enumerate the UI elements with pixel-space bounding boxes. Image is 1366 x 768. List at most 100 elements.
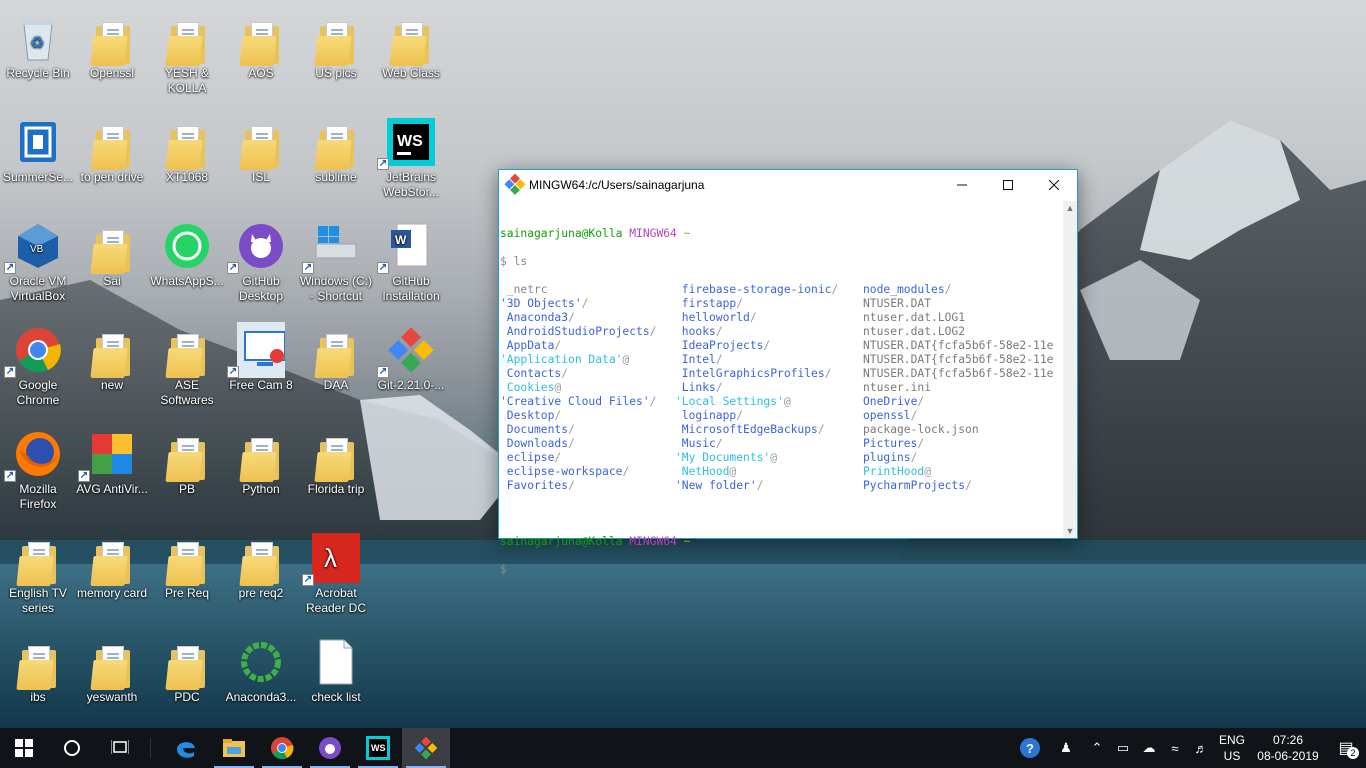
desktop-icon-github-desktop[interactable]: ↗ GitHub Desktop — [223, 216, 299, 304]
folder-icon — [239, 126, 281, 170]
shortcut-arrow-icon: ↗ — [78, 470, 90, 482]
scroll-up-icon[interactable]: ▲ — [1063, 201, 1077, 215]
shortcut-arrow-icon: ↗ — [302, 574, 314, 586]
folder-icon — [239, 542, 281, 586]
desktop-icon-pre-req2[interactable]: pre req2 — [223, 528, 299, 601]
taskbar-file-explorer[interactable] — [210, 728, 258, 768]
ls-entry: Documents/ — [500, 423, 656, 437]
close-button[interactable] — [1031, 170, 1077, 200]
ls-entry-suffix: / — [824, 367, 832, 380]
desktop-icon-ibs[interactable]: ibs — [0, 632, 76, 705]
desktop-icon-github-installation[interactable]: W ↗ GitHub Installation — [373, 216, 449, 304]
desktop-icon-to-pen-drive[interactable]: to pen drive — [74, 112, 150, 185]
ls-entry-name: NTUSER.DAT{fcfa5b6f-58e2-11e — [863, 367, 1054, 380]
desktop-icon-openssl[interactable]: Openssl — [74, 8, 150, 81]
desktop-icon-label: ibs — [30, 690, 46, 704]
desktop-icon-check-list[interactable]: check list — [298, 632, 374, 705]
desktop-icon-english-tv-series[interactable]: English TV series — [0, 528, 76, 616]
desktop-icon-new[interactable]: new — [74, 320, 150, 393]
ls-entry: 'Application Data'@ — [500, 353, 656, 367]
desktop-icon-acrobat-reader-dc[interactable]: λ ↗ Acrobat Reader DC — [298, 528, 374, 616]
ls-entry-suffix: / — [831, 283, 839, 296]
maximize-button[interactable] — [985, 170, 1031, 200]
taskbar-chrome[interactable] — [258, 728, 306, 768]
taskbar-edge[interactable] — [162, 728, 210, 768]
search-button[interactable] — [48, 728, 96, 768]
desktop-icon-avg-antivir[interactable]: ↗ AVG AntiVir... — [74, 424, 150, 497]
desktop-icon-jetbrains-webstor[interactable]: WS ↗ JetBrains WebStor... — [373, 112, 449, 200]
desktop-icon-sublime[interactable]: sublime — [298, 112, 374, 185]
desktop-icon-python[interactable]: Python — [223, 424, 299, 497]
firefox-icon — [14, 430, 62, 478]
desktop-icon-florida-trip[interactable]: Florida trip — [298, 424, 374, 497]
scroll-down-icon[interactable]: ▼ — [1063, 524, 1077, 538]
taskbar-git-bash[interactable] — [402, 728, 450, 768]
desktop-icon-memory-card[interactable]: memory card — [74, 528, 150, 601]
terminal-output[interactable]: sainagarjuna@Kolla MINGW64 ~ $ ls _netrc… — [499, 201, 1063, 576]
desktop-icon-google-chrome[interactable]: ↗ Google Chrome — [0, 320, 76, 408]
ls-entry-suffix: / — [917, 437, 925, 450]
vertical-scrollbar[interactable]: ▲ ▼ — [1063, 201, 1077, 538]
ls-entry: Music/ — [675, 437, 838, 451]
ls-entry: helloworld/ — [675, 311, 838, 325]
desktop-icon-oracle-vm-virtualbox[interactable]: VB ↗ Oracle VM VirtualBox — [0, 216, 76, 304]
desktop-icon-label: GitHub Desktop — [238, 274, 284, 303]
onedrive-icon[interactable]: ☁ — [1136, 728, 1162, 768]
desktop-icon-pdc[interactable]: PDC — [149, 632, 225, 705]
task-view-button[interactable] — [96, 728, 144, 768]
folder-icon — [314, 334, 356, 378]
minimize-button[interactable] — [939, 170, 985, 200]
desktop-icon-label: Openssl — [89, 66, 135, 80]
prompt-user: sainagarjuna@Kolla — [500, 227, 623, 240]
ls-entry-name: OneDrive — [863, 395, 918, 408]
desktop-icon-yeswanth[interactable]: yeswanth — [74, 632, 150, 705]
desktop-icon-daa[interactable]: DAA — [298, 320, 374, 393]
desktop-icon-label: pre req2 — [238, 586, 284, 600]
desktop-icon-web-class[interactable]: Web Class — [373, 8, 449, 81]
help-icon[interactable]: ? — [1012, 728, 1048, 768]
desktop-icon-label: Florida trip — [307, 482, 365, 496]
ls-entry-name: NetHood — [675, 465, 730, 478]
desktop-icon-us-pics[interactable]: US pics — [298, 8, 374, 81]
window-titlebar[interactable]: MINGW64:/c/Users/sainagarjuna — [499, 170, 1077, 200]
language-indicator[interactable]: ENG US — [1214, 732, 1250, 764]
ls-entry-name: Links — [675, 381, 716, 394]
freecam-icon — [237, 322, 285, 378]
chevron-up-icon[interactable]: ⌃ — [1084, 728, 1110, 768]
desktop-icon-whatsapps[interactable]: WhatsAppS... — [149, 216, 225, 289]
desktop-icon-label: Google Chrome — [16, 378, 60, 407]
volume-icon[interactable]: ♬ — [1188, 728, 1214, 768]
wifi-icon[interactable]: ≈ — [1162, 728, 1188, 768]
desktop-icon-aos[interactable]: AOS — [223, 8, 299, 81]
desktop-icon-windows-c-shortcut[interactable]: ↗ Windows (C:) - Shortcut — [298, 216, 374, 304]
desktop-icon-git-2-21-0[interactable]: ↗ Git-2.21.0-... — [373, 320, 449, 393]
git-bash-window[interactable]: MINGW64:/c/Users/sainagarjuna sainagarju… — [498, 169, 1078, 576]
taskbar-github-desktop[interactable] — [306, 728, 354, 768]
start-button[interactable] — [0, 728, 48, 768]
ls-entry: eclipse-workspace/ — [500, 465, 656, 479]
desktop-icon-recycle-bin[interactable]: ♻ Recycle Bin — [0, 8, 76, 81]
desktop-icon-anaconda3[interactable]: Anaconda3... — [223, 632, 299, 705]
people-icon[interactable]: ♟ — [1048, 728, 1084, 768]
avg-icon — [88, 430, 136, 478]
desktop-icon-sai[interactable]: Sai — [74, 216, 150, 289]
desktop-icon-pb[interactable]: PB — [149, 424, 225, 497]
cursor-line[interactable]: $ — [500, 563, 1063, 577]
desktop-icon-pre-req[interactable]: Pre Req — [149, 528, 225, 601]
desktop-icon-isl[interactable]: ISL — [223, 112, 299, 185]
desktop-icon-yesh-kolla[interactable]: YESH & KOLLA — [149, 8, 225, 96]
desktop-icon-summerse[interactable]: SummerSe... — [0, 112, 76, 185]
shortcut-arrow-icon: ↗ — [4, 366, 16, 378]
action-center-button[interactable]: ▤ 2 — [1326, 728, 1366, 768]
desktop-icon-xt1068[interactable]: XT1068 — [149, 112, 225, 185]
taskbar-webstorm[interactable]: WS — [354, 728, 402, 768]
desktop-icon-label: YESH & KOLLA — [164, 66, 209, 95]
battery-icon[interactable]: ▭ — [1110, 728, 1136, 768]
clock[interactable]: 07:26 08-06-2019 — [1250, 732, 1326, 764]
clock-time: 07:26 — [1272, 733, 1304, 747]
ls-entry-suffix: / — [715, 325, 723, 338]
desktop-icon-mozilla-firefox[interactable]: ↗ Mozilla Firefox — [0, 424, 76, 512]
folder-icon — [165, 542, 207, 586]
desktop-icon-free-cam-8[interactable]: ↗ Free Cam 8 — [223, 320, 299, 393]
desktop-icon-ase-softwares[interactable]: ASE Softwares — [149, 320, 225, 408]
